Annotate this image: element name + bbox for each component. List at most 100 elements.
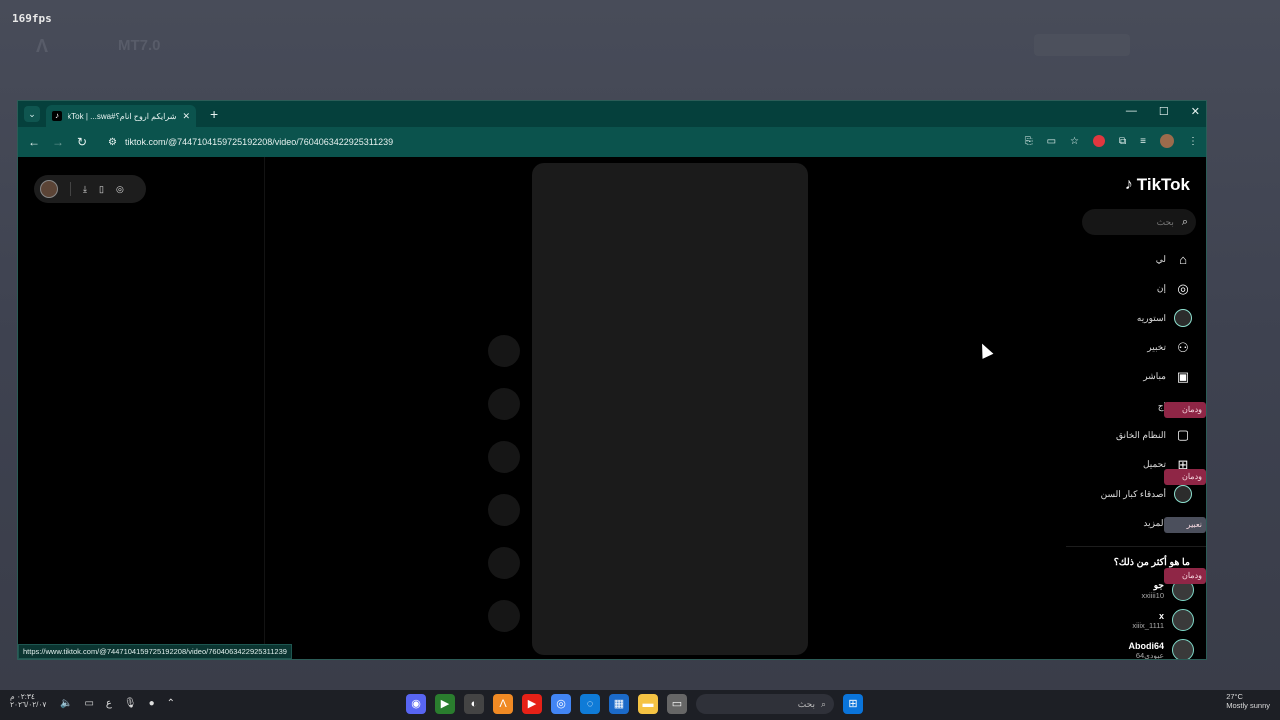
inbox-icon: ▢ (1176, 427, 1190, 443)
weather-desc: Mostly sunny (1226, 701, 1270, 710)
side-badge: نعبير (1164, 517, 1206, 533)
app-icon[interactable]: ▭ (667, 694, 687, 714)
sidebar-item-label: مباشر (1143, 371, 1166, 382)
app-icon[interactable]: ◐ (464, 694, 484, 714)
site-info-icon[interactable]: ⚙ (108, 137, 117, 148)
sidebar-item-inbox[interactable]: النظام الخانق ▢ (1052, 421, 1192, 450)
forward-icon[interactable]: → (46, 135, 70, 149)
list-item[interactable]: Abodi64 64عبودي (1064, 635, 1194, 659)
background-button[interactable] (1034, 34, 1130, 56)
left-panel: ⤓ ▯ ◎ (18, 157, 265, 659)
close-window-button[interactable]: ✕ (1191, 105, 1200, 118)
new-tab-button[interactable]: + (210, 106, 218, 122)
weather-widget[interactable]: 27°C Mostly sunny (1226, 692, 1270, 710)
search-input[interactable]: بحث ⌕ (1082, 209, 1196, 235)
windows-start-icon[interactable]: ⊞ (843, 694, 863, 714)
fps-counter: 169fps (12, 12, 52, 25)
tiktok-favicon-icon: ♪ (52, 111, 62, 121)
edge-icon[interactable]: ◌ (580, 694, 600, 714)
record-icon[interactable]: ● (149, 698, 155, 709)
account-name: جو (1153, 580, 1164, 590)
youtube-icon[interactable]: ▶ (522, 694, 542, 714)
sidebar-item-label: المزيد (1143, 517, 1166, 528)
weather-temp: 27°C (1226, 692, 1243, 701)
game-app-icon[interactable]: ▶ (435, 694, 455, 714)
tab-search-button[interactable]: ⌄ (24, 106, 40, 122)
phone-icon[interactable]: ▯ (99, 184, 104, 195)
suggested-accounts: جو xxiiii10 x xiiix_1111 Abodi64 64عبودي (1064, 575, 1194, 659)
profile-avatar[interactable] (1160, 134, 1174, 148)
video-player-placeholder[interactable] (532, 163, 808, 655)
home-icon: ⌂ (1179, 252, 1187, 268)
user-avatar[interactable] (40, 180, 58, 198)
tiktok-note-icon: ♪ (1124, 176, 1133, 193)
compass-icon[interactable]: ◎ (116, 184, 124, 195)
side-badge: ودمان (1164, 568, 1206, 584)
bookmark-star-icon[interactable]: ☆ (1070, 136, 1079, 147)
tiktok-logo[interactable]: ♪ TikTok (1125, 175, 1190, 195)
browser-window: ⌄ ♪ شرايكم اروح انام؟#TikTok | ...swa ✕ … (17, 100, 1207, 660)
sidebar-item-friends[interactable]: تخبير ⚇ (1052, 333, 1192, 362)
maximize-button[interactable]: ☐ (1159, 105, 1169, 118)
translate-icon[interactable]: ⎘ (1025, 136, 1033, 147)
tab-close-icon[interactable]: ✕ (182, 111, 190, 122)
store-icon[interactable]: ▦ (609, 694, 629, 714)
taskbar: ٠٢:٣٤ م ٢٠٢٦/٠٢/٠٧ 🔈 ▭ ع 🎙 ● ⌃ ◉ ▶ ◐ Λ ▶… (0, 690, 1280, 720)
taskbar-search-input[interactable]: بحث ⌕ (696, 694, 834, 714)
avatar (1174, 309, 1192, 328)
background-app-title: MT7.0 (118, 37, 161, 54)
browser-tab[interactable]: ♪ شرايكم اروح انام؟#TikTok | ...swa ✕ (46, 105, 196, 127)
window-controls: — ☐ ✕ (1126, 105, 1200, 118)
search-icon: ⌕ (820, 698, 826, 709)
side-badge: ودمان (1164, 402, 1206, 418)
sidebar-item-story[interactable]: استوريه (1052, 304, 1192, 333)
action-placeholder (488, 547, 520, 579)
sidebar-item-label: تخبير (1147, 342, 1166, 353)
volume-icon[interactable]: 🔈 (60, 698, 72, 709)
action-placeholder (488, 494, 520, 526)
folder-icon[interactable]: ▬ (638, 694, 658, 714)
sidebar-item-label: لي (1155, 254, 1166, 265)
live-icon: ▣ (1176, 368, 1190, 384)
chevron-up-icon[interactable]: ⌃ (167, 698, 175, 709)
tab-bar: ⌄ ♪ شرايكم اروح انام؟#TikTok | ...swa ✕ … (18, 101, 1206, 127)
sidebar-item-explore[interactable]: إن ◎ (1052, 274, 1192, 303)
background-logo: Λ (36, 36, 49, 56)
page-content: ⤓ ▯ ◎ ♪ TikTok بحث ⌕ لي ⌂ إن ◎ استوريه ت… (18, 157, 1206, 659)
address-bar[interactable]: ⚙ tiktok.com/@7447104159725192208/video/… (100, 131, 1030, 153)
extensions-puzzle-icon[interactable]: ⧉ (1119, 136, 1126, 147)
clock-date: ٢٠٢٦/٠٢/٠٧ (10, 700, 47, 710)
discord-icon[interactable]: ◉ (406, 694, 426, 714)
chrome-icon[interactable]: ◎ (551, 694, 571, 714)
sidebar-item-label: استوريه (1136, 312, 1166, 323)
sidebar-item-home[interactable]: لي ⌂ (1052, 245, 1192, 274)
action-placeholder (488, 600, 520, 632)
media-controls-icon[interactable]: ≡ (1140, 136, 1146, 147)
network-icon[interactable]: ▭ (84, 698, 93, 709)
search-icon[interactable]: ⌕ (1182, 216, 1188, 229)
minimize-button[interactable]: — (1126, 105, 1137, 118)
side-badge: ودمان (1164, 469, 1206, 485)
download-icon[interactable]: ⤓ (83, 184, 87, 195)
language-icon[interactable]: ع (106, 698, 112, 709)
sidebar-item-live[interactable]: مباشر ▣ (1052, 362, 1192, 391)
video-actions-skeleton (488, 335, 520, 653)
reload-icon[interactable]: ↻ (70, 135, 94, 149)
clock[interactable]: ٠٢:٣٤ م ٢٠٢٦/٠٢/٠٧ (10, 692, 47, 710)
tab-title: شرايكم اروح انام؟#TikTok | ...swa (68, 111, 177, 121)
search-placeholder: بحث (1156, 216, 1174, 227)
sidebar-item-label: أصدقاء كبار السن (1100, 488, 1166, 499)
app-logo-icon[interactable]: Λ (493, 694, 513, 714)
floating-toolbar: ⤓ ▯ ◎ (34, 175, 146, 203)
microphone-icon[interactable]: 🎙 (124, 698, 137, 709)
extension-icon[interactable] (1093, 135, 1106, 147)
account-name: Abodi64 (1128, 640, 1164, 651)
menu-kebab-icon[interactable]: ⋮ (1188, 136, 1198, 147)
back-icon[interactable]: ← (22, 135, 46, 149)
search-placeholder: بحث (797, 698, 815, 709)
cast-icon[interactable]: ▭ (1047, 136, 1056, 147)
tiktok-logo-text: TikTok (1136, 175, 1190, 194)
list-item[interactable]: x xiiix_1111 (1064, 605, 1194, 635)
account-handle: xiiix_1111 (1132, 620, 1164, 630)
sidebar-nav: لي ⌂ إن ◎ استوريه تخبير ⚇ مباشر ▣ اج ➢ (1052, 245, 1192, 538)
